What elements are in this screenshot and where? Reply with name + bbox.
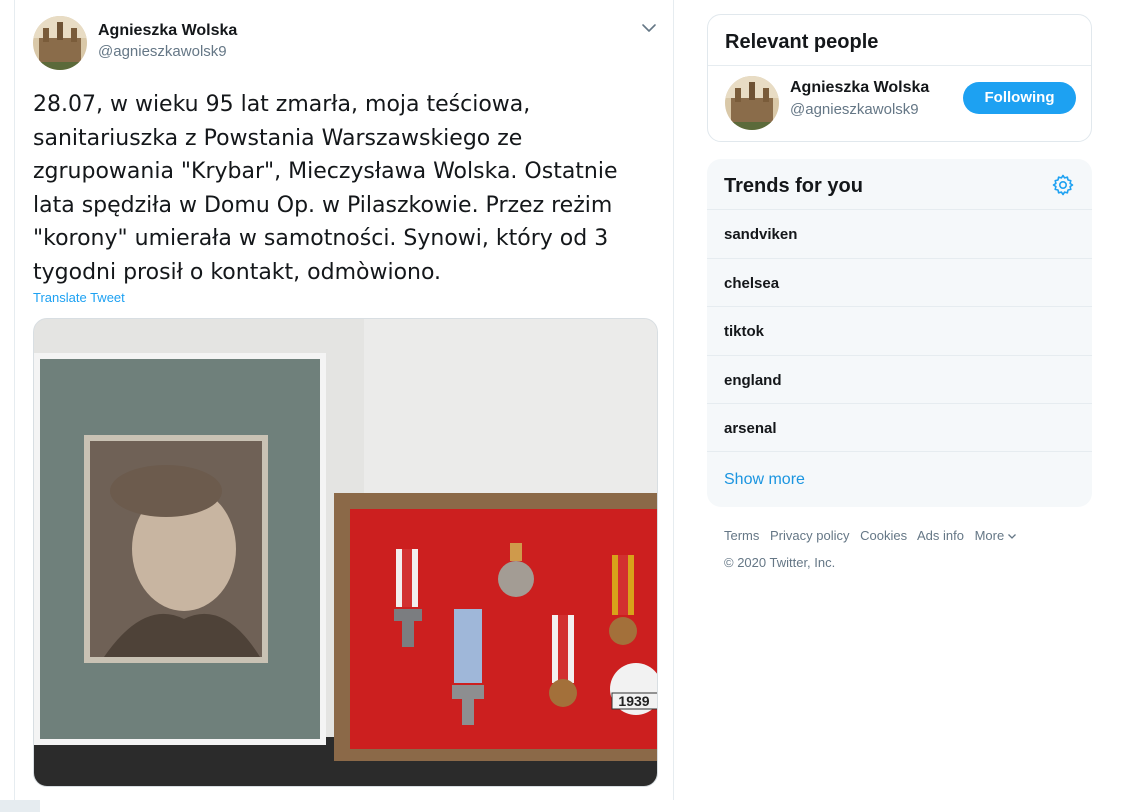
show-more-label: Show more <box>724 471 805 488</box>
relevant-people-card: Relevant people Agnieszka Wolska @agnies… <box>707 14 1092 142</box>
copyright: © 2020 Twitter, Inc. <box>724 555 836 570</box>
trend-label: sandviken <box>724 226 798 243</box>
sidebar-footer: Terms Privacy policy Cookies Ads info Mo… <box>724 528 1094 570</box>
author-avatar[interactable] <box>33 16 87 70</box>
relevant-person-avatar[interactable] <box>725 76 779 130</box>
chevron-down-icon[interactable] <box>639 18 659 38</box>
footer-link-privacy[interactable]: Privacy policy <box>770 528 849 543</box>
relevant-person-name[interactable]: Agnieszka Wolska <box>790 79 929 97</box>
following-button[interactable]: Following <box>963 82 1076 114</box>
footer-link-terms[interactable]: Terms <box>724 528 759 543</box>
author-handle[interactable]: @agnieszkawolsk9 <box>98 43 227 60</box>
relevant-people-title: Relevant people <box>725 31 879 53</box>
footer-more-button[interactable]: More <box>975 528 1019 543</box>
trend-label: tiktok <box>724 323 765 340</box>
medal-badge-year: 1939 <box>618 693 649 709</box>
footer-more-label: More <box>974 528 1005 543</box>
show-more-link[interactable]: Show more <box>707 451 1092 507</box>
trend-item[interactable]: sandviken <box>707 209 1092 257</box>
trends-card: Trends for you sandviken chelsea tiktok … <box>707 159 1092 507</box>
tweet[interactable]: Agnieszka Wolska @agnieszkawolsk9 28.07,… <box>15 0 673 800</box>
divider <box>708 65 1091 66</box>
trend-item[interactable]: arsenal <box>707 403 1092 451</box>
portrait-frame <box>34 353 326 745</box>
relevant-person-handle[interactable]: @agnieszkawolsk9 <box>790 101 919 118</box>
footer-link-ads-info[interactable]: Ads info <box>917 528 964 543</box>
trend-item[interactable]: tiktok <box>707 306 1092 354</box>
trend-label: chelsea <box>724 275 780 292</box>
trend-label: england <box>724 372 782 389</box>
author-name[interactable]: Agnieszka Wolska <box>98 22 237 40</box>
tweet-column: Agnieszka Wolska @agnieszkawolsk9 28.07,… <box>14 0 674 800</box>
trend-label: arsenal <box>724 420 777 437</box>
footer-link-cookies[interactable]: Cookies <box>860 528 907 543</box>
bottom-edge-element <box>0 800 40 812</box>
tweet-photo[interactable]: 1939 <box>33 318 658 787</box>
trends-title: Trends for you <box>724 175 863 197</box>
trend-item[interactable]: chelsea <box>707 258 1092 306</box>
translate-tweet-link[interactable]: Translate Tweet <box>33 290 125 305</box>
tweet-text: 28.07, w wieku 95 lat zmarła, moja teści… <box>33 92 618 285</box>
trend-item[interactable]: england <box>707 355 1092 403</box>
footer-links: Terms Privacy policy Cookies Ads info Mo… <box>724 528 1094 543</box>
chevron-down-icon <box>1008 533 1017 539</box>
gear-icon[interactable] <box>1051 173 1075 197</box>
medal-frame <box>334 493 657 761</box>
